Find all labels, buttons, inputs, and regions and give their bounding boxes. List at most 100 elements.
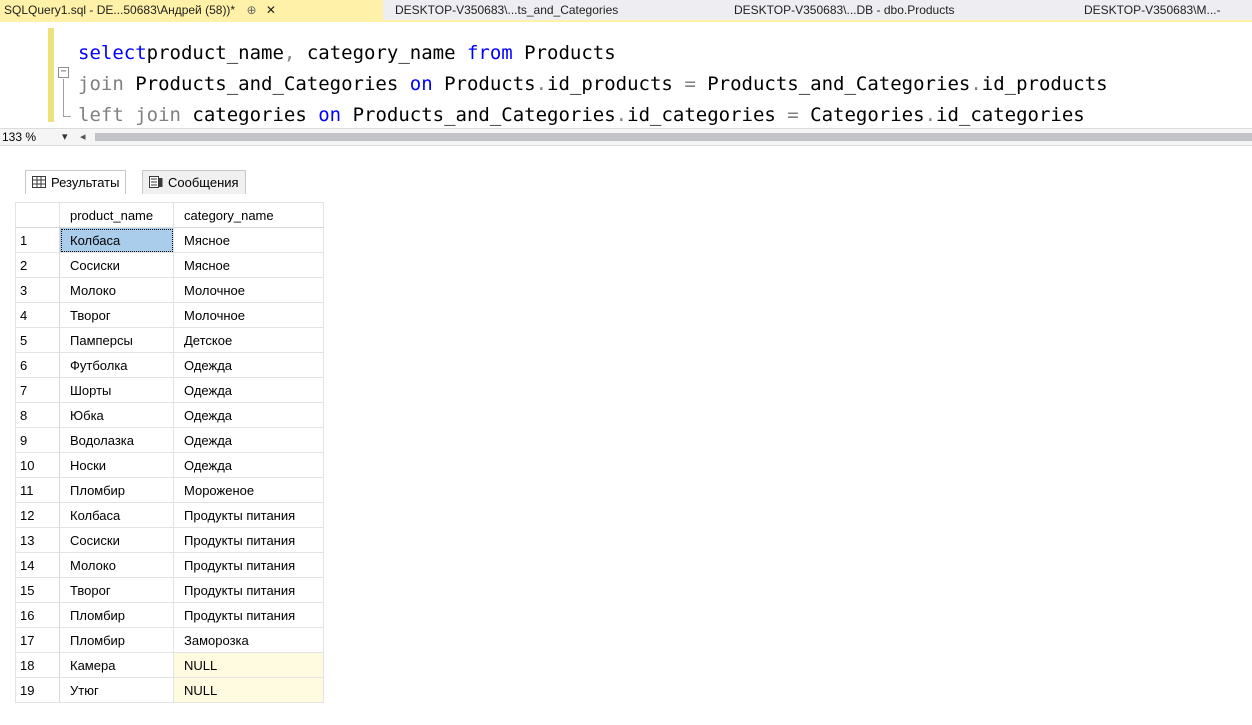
query-editor[interactable]: − selectproduct_name, category_name from…: [0, 22, 1252, 128]
cell-category-name[interactable]: Молочное: [173, 277, 324, 303]
table-row[interactable]: 17 Пломбир Заморозка: [15, 627, 324, 653]
horizontal-scrollbar[interactable]: [95, 133, 1252, 141]
row-number[interactable]: 19: [15, 677, 60, 703]
cell-product-name[interactable]: Колбаса: [59, 227, 174, 253]
row-number[interactable]: 17: [15, 627, 60, 653]
tab-desktop-m[interactable]: DESKTOP-V350683\M...-: [1080, 0, 1252, 20]
row-number[interactable]: 16: [15, 602, 60, 628]
cell-product-name[interactable]: Камера: [59, 652, 174, 678]
row-number[interactable]: 3: [15, 277, 60, 303]
cell-product-name[interactable]: Сосиски: [59, 527, 174, 553]
tab-products-and-categories[interactable]: DESKTOP-V350683\...ts_and_Categories: [391, 0, 691, 20]
code-line-2[interactable]: join Products_and_Categories on Products…: [78, 73, 1108, 95]
zoom-level[interactable]: 133 %: [2, 130, 36, 144]
row-number[interactable]: 18: [15, 652, 60, 678]
sql-identifier: Products_and_Categories: [341, 104, 616, 126]
cell-category-name[interactable]: Продукты питания: [173, 502, 324, 528]
cell-product-name[interactable]: Утюг: [59, 677, 174, 703]
table-row[interactable]: 8 Юбка Одежда: [15, 402, 324, 428]
pin-icon[interactable]: ⊕: [246, 3, 256, 17]
cell-category-name[interactable]: Продукты питания: [173, 527, 324, 553]
table-row[interactable]: 10 Носки Одежда: [15, 452, 324, 478]
row-number[interactable]: 9: [15, 427, 60, 453]
cell-category-name[interactable]: Одежда: [173, 452, 324, 478]
chevron-down-icon[interactable]: ▾: [62, 130, 68, 143]
row-number[interactable]: 12: [15, 502, 60, 528]
table-row[interactable]: 12 Колбаса Продукты питания: [15, 502, 324, 528]
cell-category-name[interactable]: Продукты питания: [173, 552, 324, 578]
cell-product-name[interactable]: Памперсы: [59, 327, 174, 353]
column-header-category-name[interactable]: category_name: [173, 202, 324, 228]
cell-product-name[interactable]: Водолазка: [59, 427, 174, 453]
cell-category-name[interactable]: Продукты питания: [173, 577, 324, 603]
cell-product-name[interactable]: Пломбир: [59, 602, 174, 628]
cell-category-name[interactable]: NULL: [173, 677, 324, 703]
cell-product-name[interactable]: Сосиски: [59, 252, 174, 278]
tab-messages[interactable]: Сообщения: [142, 170, 246, 194]
table-row[interactable]: 4 Творог Молочное: [15, 302, 324, 328]
cell-category-name[interactable]: Одежда: [173, 427, 324, 453]
row-number[interactable]: 11: [15, 477, 60, 503]
cell-product-name[interactable]: Футболка: [59, 352, 174, 378]
cell-category-name[interactable]: Мясное: [173, 252, 324, 278]
table-row[interactable]: 14 Молоко Продукты питания: [15, 552, 324, 578]
cell-category-name[interactable]: Одежда: [173, 402, 324, 428]
cell-category-name[interactable]: Одежда: [173, 377, 324, 403]
cell-category-name[interactable]: Заморозка: [173, 627, 324, 653]
cell-product-name[interactable]: Пломбир: [59, 627, 174, 653]
close-icon[interactable]: ✕: [266, 3, 276, 17]
cell-product-name[interactable]: Молоко: [59, 277, 174, 303]
cell-product-name[interactable]: Носки: [59, 452, 174, 478]
table-row[interactable]: 6 Футболка Одежда: [15, 352, 324, 378]
tab-dbo-products[interactable]: DESKTOP-V350683\...DB - dbo.Products: [730, 0, 1030, 20]
cell-product-name[interactable]: Творог: [59, 577, 174, 603]
row-number[interactable]: 1: [15, 227, 60, 253]
table-row[interactable]: 15 Творог Продукты питания: [15, 577, 324, 603]
cell-category-name[interactable]: Мороженое: [173, 477, 324, 503]
row-number[interactable]: 4: [15, 302, 60, 328]
row-number[interactable]: 6: [15, 352, 60, 378]
cell-product-name[interactable]: Юбка: [59, 402, 174, 428]
tab-results[interactable]: Результаты: [25, 170, 127, 194]
cell-product-name[interactable]: Колбаса: [59, 502, 174, 528]
table-row[interactable]: 11 Пломбир Мороженое: [15, 477, 324, 503]
table-row[interactable]: 18 Камера NULL: [15, 652, 324, 678]
cell-product-name[interactable]: Молоко: [59, 552, 174, 578]
row-number[interactable]: 14: [15, 552, 60, 578]
cell-category-name[interactable]: NULL: [173, 652, 324, 678]
row-number-header[interactable]: [15, 202, 60, 228]
cell-product-name[interactable]: Пломбир: [59, 477, 174, 503]
tab-sqlquery1[interactable]: SQLQuery1.sql - DE...50683\Андрей (58))*…: [0, 0, 383, 20]
table-row[interactable]: 16 Пломбир Продукты питания: [15, 602, 324, 628]
collapse-icon[interactable]: −: [58, 67, 69, 78]
table-row[interactable]: 9 Водолазка Одежда: [15, 427, 324, 453]
cell-category-name[interactable]: Одежда: [173, 352, 324, 378]
row-number[interactable]: 8: [15, 402, 60, 428]
cell-category-name[interactable]: Молочное: [173, 302, 324, 328]
scroll-left-icon[interactable]: ◂: [80, 130, 86, 143]
row-number[interactable]: 10: [15, 452, 60, 478]
cell-category-name[interactable]: Детское: [173, 327, 324, 353]
table-row[interactable]: 5 Памперсы Детское: [15, 327, 324, 353]
tab-messages-label: Сообщения: [168, 175, 239, 190]
cell-product-name[interactable]: Творог: [59, 302, 174, 328]
code-line-1[interactable]: selectproduct_name, category_name from P…: [78, 42, 616, 64]
tab-label: DESKTOP-V350683\M...-: [1084, 3, 1221, 17]
table-row[interactable]: 2 Сосиски Мясное: [15, 252, 324, 278]
table-row[interactable]: 3 Молоко Молочное: [15, 277, 324, 303]
column-header-product-name[interactable]: product_name: [59, 202, 174, 228]
table-row[interactable]: 13 Сосиски Продукты питания: [15, 527, 324, 553]
cell-category-name[interactable]: Продукты питания: [173, 602, 324, 628]
row-number[interactable]: 2: [15, 252, 60, 278]
code-line-3[interactable]: left join categories on Products_and_Cat…: [78, 104, 1085, 126]
cell-category-name[interactable]: Мясное: [173, 227, 324, 253]
row-number[interactable]: 5: [15, 327, 60, 353]
table-row[interactable]: 7 Шорты Одежда: [15, 377, 324, 403]
table-row[interactable]: 19 Утюг NULL: [15, 677, 324, 703]
row-number[interactable]: 7: [15, 377, 60, 403]
row-number[interactable]: 13: [15, 527, 60, 553]
table-row[interactable]: 1 Колбаса Мясное: [15, 227, 324, 253]
cell-product-name[interactable]: Шорты: [59, 377, 174, 403]
row-number[interactable]: 15: [15, 577, 60, 603]
sql-keyword: select: [78, 42, 147, 64]
